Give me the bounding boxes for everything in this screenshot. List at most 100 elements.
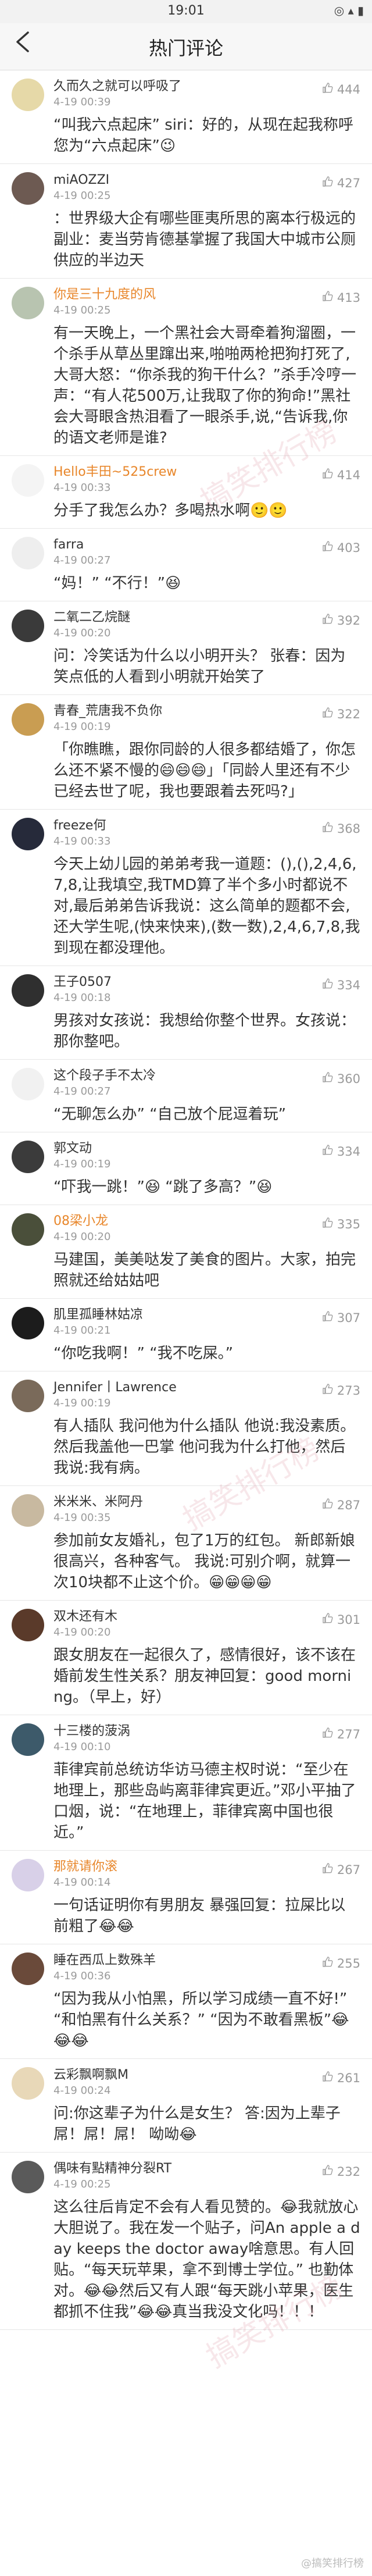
username[interactable]: 郭文动: [53, 1141, 110, 1157]
username[interactable]: farra: [53, 537, 110, 553]
username[interactable]: 久而久之就可以呼吸了: [53, 79, 181, 95]
comment-item[interactable]: 久而久之就可以呼吸了 4-19 00:39 444 “叫我六点起床” siri：好的，…: [0, 70, 372, 164]
avatar[interactable]: [12, 2067, 44, 2100]
comment-item[interactable]: 那就请你滚 4-19 00:14 267 一句话证明你有男朋友 暴强回复：拉屎比以前粗…: [0, 1851, 372, 1944]
avatar[interactable]: [12, 974, 44, 1007]
username[interactable]: freeze何: [53, 818, 110, 834]
comment-item[interactable]: 郭文动 4-19 00:19 334 “吓我一跳！”😆 “跳了多高？”😆: [0, 1132, 372, 1205]
avatar[interactable]: [12, 610, 44, 642]
comment-item[interactable]: 睡在西瓜上数殊羊 4-19 00:36 255 “因为我从小怕黑，所以学习成绩一直不好…: [0, 1944, 372, 2059]
username[interactable]: 肌里孤睡林姑凉: [53, 1307, 143, 1323]
comment-meta: Hello丰田~525crew 4-19 00:33: [53, 464, 177, 496]
avatar[interactable]: [12, 1307, 44, 1339]
username[interactable]: Jennifer丨Lawrence: [53, 1380, 177, 1396]
avatar[interactable]: [12, 703, 44, 736]
username[interactable]: 你是三十九度的风: [53, 287, 156, 303]
username[interactable]: 王子0507: [53, 974, 112, 991]
comment-item[interactable]: 青春_荒唐我不负你 4-19 00:19 322 「你瞧瞧，跟你同龄的人很多都结婚了，…: [0, 695, 372, 810]
comment-text: “无聊怎么办” “自己放个屁逗着玩”: [53, 1106, 287, 1123]
username[interactable]: 云彩飘啊飘M: [53, 2067, 128, 2083]
username[interactable]: 双木还有木: [53, 1609, 117, 1625]
comment-text: “你吃我啊！” “我不吃屎。”: [53, 1345, 234, 1362]
username[interactable]: 青春_荒唐我不负你: [53, 703, 162, 719]
comment-item[interactable]: Jennifer丨Lawrence 4-19 00:19 273 有人插队 我问他为什…: [0, 1371, 372, 1486]
username[interactable]: Hello丰田~525crew: [53, 464, 177, 480]
username[interactable]: 08梁小龙: [53, 1213, 110, 1230]
username[interactable]: 米米米、米阿丹: [53, 1494, 143, 1510]
comment-meta: 08梁小龙 4-19 00:20: [53, 1213, 110, 1245]
avatar[interactable]: [12, 1953, 44, 1985]
comment-meta: 肌里孤睡林姑凉 4-19 00:21: [53, 1307, 143, 1338]
comment-item[interactable]: Hello丰田~525crew 4-19 00:33 414 分手了我怎么办？多喝热水…: [0, 456, 372, 529]
comment-item[interactable]: 08梁小龙 4-19 00:20 335 马建国，美美哒发了美食的图片。大家，拍完照就…: [0, 1205, 372, 1299]
thumbs-up-icon: [322, 1863, 334, 1877]
like-button[interactable]: 444: [322, 82, 360, 97]
username[interactable]: 十三楼的菠涡: [53, 1723, 130, 1740]
like-button[interactable]: 392: [322, 613, 360, 628]
avatar[interactable]: [12, 1380, 44, 1412]
comment-body: 08梁小龙 4-19 00:20 335 马建国，美美哒发了美食的图片。大家，拍完照就…: [53, 1213, 372, 1291]
avatar[interactable]: [12, 1068, 44, 1100]
username[interactable]: 睡在西瓜上数殊羊: [53, 1953, 156, 1969]
comment-item[interactable]: freeze何 4-19 00:33 368 今天上幼儿园的弟弟考我一道题：(),()…: [0, 810, 372, 966]
like-button[interactable]: 413: [322, 290, 360, 305]
comment-item[interactable]: 云彩飘啊飘M 4-19 00:24 261 问:你这辈子为什么是女生？ 答:因为上辈子…: [0, 2059, 372, 2153]
like-button[interactable]: 334: [322, 1144, 360, 1159]
comment-item[interactable]: farra 4-19 00:27 403 “妈！” “不行！”😆: [0, 529, 372, 601]
like-button[interactable]: 427: [322, 176, 360, 190]
avatar[interactable]: [12, 2161, 44, 2193]
like-count: 403: [337, 541, 360, 555]
like-button[interactable]: 232: [322, 2164, 360, 2179]
like-button[interactable]: 307: [322, 1310, 360, 1325]
avatar[interactable]: [12, 79, 44, 111]
username[interactable]: 二氧二乙烷醚: [53, 610, 130, 626]
comment-body: 久而久之就可以呼吸了 4-19 00:39 444 “叫我六点起床” siri：好的，…: [53, 79, 372, 156]
comment-item[interactable]: 双木还有木 4-19 00:20 301 跟女朋友在一起很久了，感情很好，该不该在婚前…: [0, 1601, 372, 1715]
status-bar: 19:01 ◎ ▴ ▮: [0, 0, 372, 23]
avatar[interactable]: [12, 1494, 44, 1527]
like-button[interactable]: 403: [322, 540, 360, 555]
comment-item[interactable]: 偶味有點精神分裂RT 4-19 00:25 232 这么往后肯定不会有人看见赞的。😂我…: [0, 2153, 372, 2330]
comment-item[interactable]: 二氧二乙烷醚 4-19 00:20 392 问：冷笑话为什么以小明开头？ 张春：因为笑…: [0, 601, 372, 695]
avatar[interactable]: [12, 287, 44, 319]
comment-meta: 云彩飘啊飘M 4-19 00:24: [53, 2067, 128, 2098]
like-button[interactable]: 301: [322, 1612, 360, 1627]
like-button[interactable]: 360: [322, 1071, 360, 1086]
like-button[interactable]: 261: [322, 2071, 360, 2085]
like-button[interactable]: 368: [322, 821, 360, 836]
avatar[interactable]: [12, 1859, 44, 1891]
comment-item[interactable]: 肌里孤睡林姑凉 4-19 00:21 307 “你吃我啊！” “我不吃屎。”: [0, 1299, 372, 1371]
like-button[interactable]: 255: [322, 1956, 360, 1971]
avatar[interactable]: [12, 464, 44, 497]
comment-item[interactable]: 王子0507 4-19 00:18 334 男孩对女孩说：我想给你整个世界。女孩说：那…: [0, 966, 372, 1060]
comment-item[interactable]: miAOZZI 4-19 00:25 427 ：世界级大企有哪些匪夷所思的离本行极远的…: [0, 164, 372, 279]
like-button[interactable]: 273: [322, 1383, 360, 1398]
like-button[interactable]: 267: [322, 1862, 360, 1877]
like-button[interactable]: 322: [322, 707, 360, 721]
username[interactable]: 那就请你滚: [53, 1859, 117, 1875]
like-button[interactable]: 277: [322, 1727, 360, 1741]
comment-list: 久而久之就可以呼吸了 4-19 00:39 444 “叫我六点起床” siri：好的，…: [0, 70, 372, 2330]
comment-item[interactable]: 十三楼的菠涡 4-19 00:10 277 菲律宾前总统访华访马德主权时说：“至少在地…: [0, 1715, 372, 1851]
like-button[interactable]: 287: [322, 1498, 360, 1512]
comment-text: 一句话证明你有男朋友 暴强回复：拉屎比以前粗了😂😂: [53, 1897, 346, 1935]
like-button[interactable]: 334: [322, 978, 360, 992]
avatar[interactable]: [12, 172, 44, 205]
like-button[interactable]: 414: [322, 468, 360, 482]
username[interactable]: 偶味有點精神分裂RT: [53, 2161, 171, 2177]
comment-time: 4-19 00:27: [53, 1085, 111, 1098]
comment-meta: 米米米、米阿丹 4-19 00:35: [53, 1494, 143, 1526]
comment-body: farra 4-19 00:27 403 “妈！” “不行！”😆: [53, 537, 372, 594]
username[interactable]: miAOZZI: [53, 172, 110, 188]
comment-item[interactable]: 米米米、米阿丹 4-19 00:35 287 参加前女友婚礼，包了1万的红包。 新郎新…: [0, 1486, 372, 1601]
comment-item[interactable]: 你是三十九度的风 4-19 00:25 413 有一天晚上，一个黑社会大哥牵着狗溜圈，…: [0, 279, 372, 456]
avatar[interactable]: [12, 818, 44, 850]
avatar[interactable]: [12, 1609, 44, 1641]
like-button[interactable]: 335: [322, 1217, 360, 1231]
avatar[interactable]: [12, 1723, 44, 1756]
avatar[interactable]: [12, 1141, 44, 1173]
avatar[interactable]: [12, 1213, 44, 1246]
username[interactable]: 这个段子手不太冷: [53, 1068, 156, 1084]
comment-item[interactable]: 这个段子手不太冷 4-19 00:27 360 “无聊怎么办” “自己放个屁逗着玩”: [0, 1060, 372, 1132]
avatar[interactable]: [12, 537, 44, 569]
